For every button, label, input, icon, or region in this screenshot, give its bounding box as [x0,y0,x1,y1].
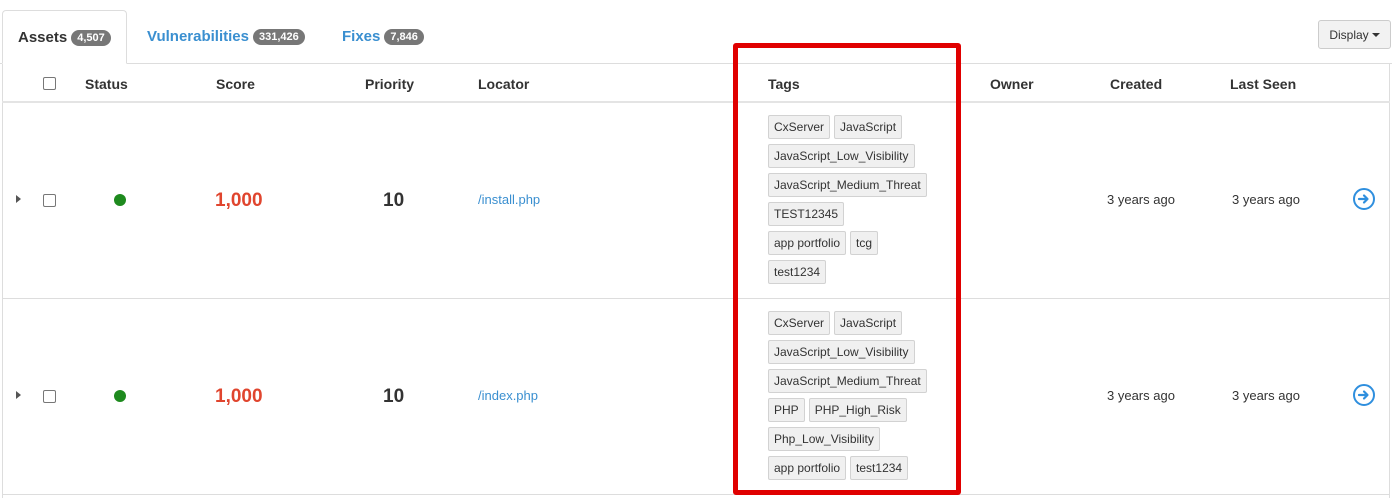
column-header-score[interactable]: Score [216,76,255,92]
created-value: 3 years ago [1107,192,1175,207]
tag[interactable]: PHP_High_Risk [808,398,907,422]
tab-vulnerabilities-label: Vulnerabilities [147,28,249,45]
tag[interactable]: JavaScript_Low_Visibility [768,144,915,168]
column-header-created[interactable]: Created [1110,76,1162,92]
last-seen-value: 3 years ago [1232,388,1300,403]
tab-fixes-count: 7,846 [384,29,424,45]
tag[interactable]: CxServer [768,311,831,335]
row-checkbox[interactable] [43,390,56,403]
column-header-status[interactable]: Status [85,76,128,92]
row-divider [2,494,1390,495]
tag[interactable]: app portfolio [768,231,847,255]
tag[interactable]: app portfolio [768,456,847,480]
tab-vulnerabilities[interactable]: Vulnerabilities 331,426 [132,10,320,64]
tags-list: CxServer JavaScript JavaScript_Low_Visibi… [768,115,943,289]
tab-assets-count: 4,507 [71,30,111,46]
arrow-right-circle-icon[interactable] [1353,384,1375,406]
locator-link[interactable]: /index.php [478,388,538,403]
tags-list: CxServer JavaScript JavaScript_Low_Visibi… [768,311,943,485]
arrow-right-circle-icon[interactable] [1353,188,1375,210]
tab-assets-label: Assets [18,29,68,46]
tag[interactable]: JavaScript_Medium_Threat [768,369,927,393]
tag[interactable]: test1234 [850,456,909,480]
column-header-last-seen[interactable]: Last Seen [1230,76,1296,92]
column-header-tags[interactable]: Tags [768,76,800,92]
row-divider [2,298,1390,299]
priority-value: 10 [383,190,405,211]
locator-link[interactable]: /install.php [478,192,540,207]
display-button-label: Display [1329,27,1369,42]
tag[interactable]: JavaScript [834,311,903,335]
expand-row-icon[interactable] [16,195,21,203]
header-divider [2,101,1390,103]
tab-vulnerabilities-count: 331,426 [252,29,305,45]
tag[interactable]: TEST12345 [768,202,845,226]
status-indicator [114,390,126,402]
tab-bar: Assets 4,507 Vulnerabilities 331,426 Fixes… [0,0,1392,64]
score-value: 1,000 [215,386,263,407]
tab-fixes-label: Fixes [342,28,381,45]
status-indicator [114,194,126,206]
tab-assets[interactable]: Assets 4,507 [2,10,127,64]
tag[interactable]: PHP [768,398,805,422]
column-header-locator[interactable]: Locator [478,76,529,92]
tag[interactable]: Php_Low_Visibility [768,427,880,451]
select-all-checkbox[interactable] [43,77,56,90]
priority-value: 10 [383,386,405,407]
tag[interactable]: JavaScript_Medium_Threat [768,173,927,197]
tag[interactable]: JavaScript_Low_Visibility [768,340,915,364]
tag[interactable]: CxServer [768,115,831,139]
score-value: 1,000 [215,190,263,211]
tag[interactable]: tcg [850,231,879,255]
column-header-owner[interactable]: Owner [990,76,1034,92]
table-border-right [1389,64,1390,498]
tab-fixes[interactable]: Fixes 7,846 [327,10,439,64]
expand-row-icon[interactable] [16,391,21,399]
row-checkbox[interactable] [43,194,56,207]
tag[interactable]: test1234 [768,260,827,284]
created-value: 3 years ago [1107,388,1175,403]
column-header-priority[interactable]: Priority [365,76,414,92]
table-border-left [2,64,3,498]
tag[interactable]: JavaScript [834,115,903,139]
display-button[interactable]: Display [1318,20,1391,49]
last-seen-value: 3 years ago [1232,192,1300,207]
caret-down-icon [1371,32,1380,37]
